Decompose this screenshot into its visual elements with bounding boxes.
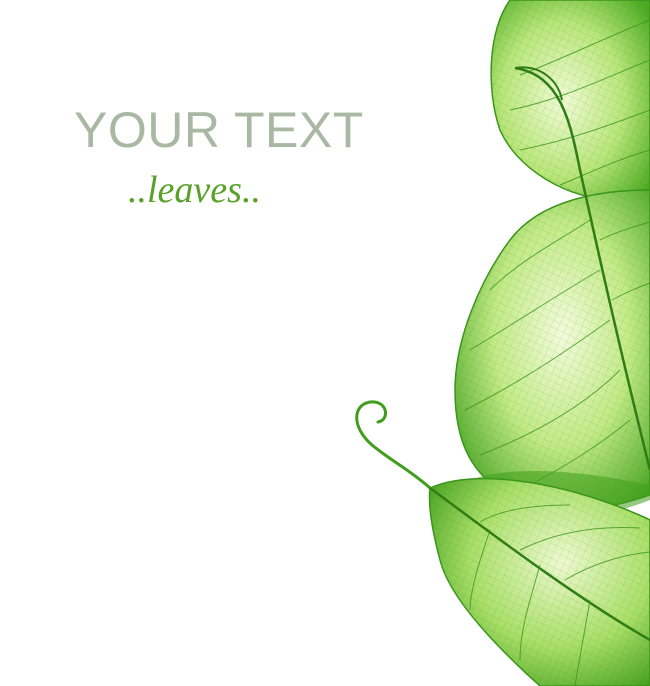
skeleton-leaves-illustration xyxy=(355,0,650,686)
leaf-top xyxy=(490,0,650,202)
